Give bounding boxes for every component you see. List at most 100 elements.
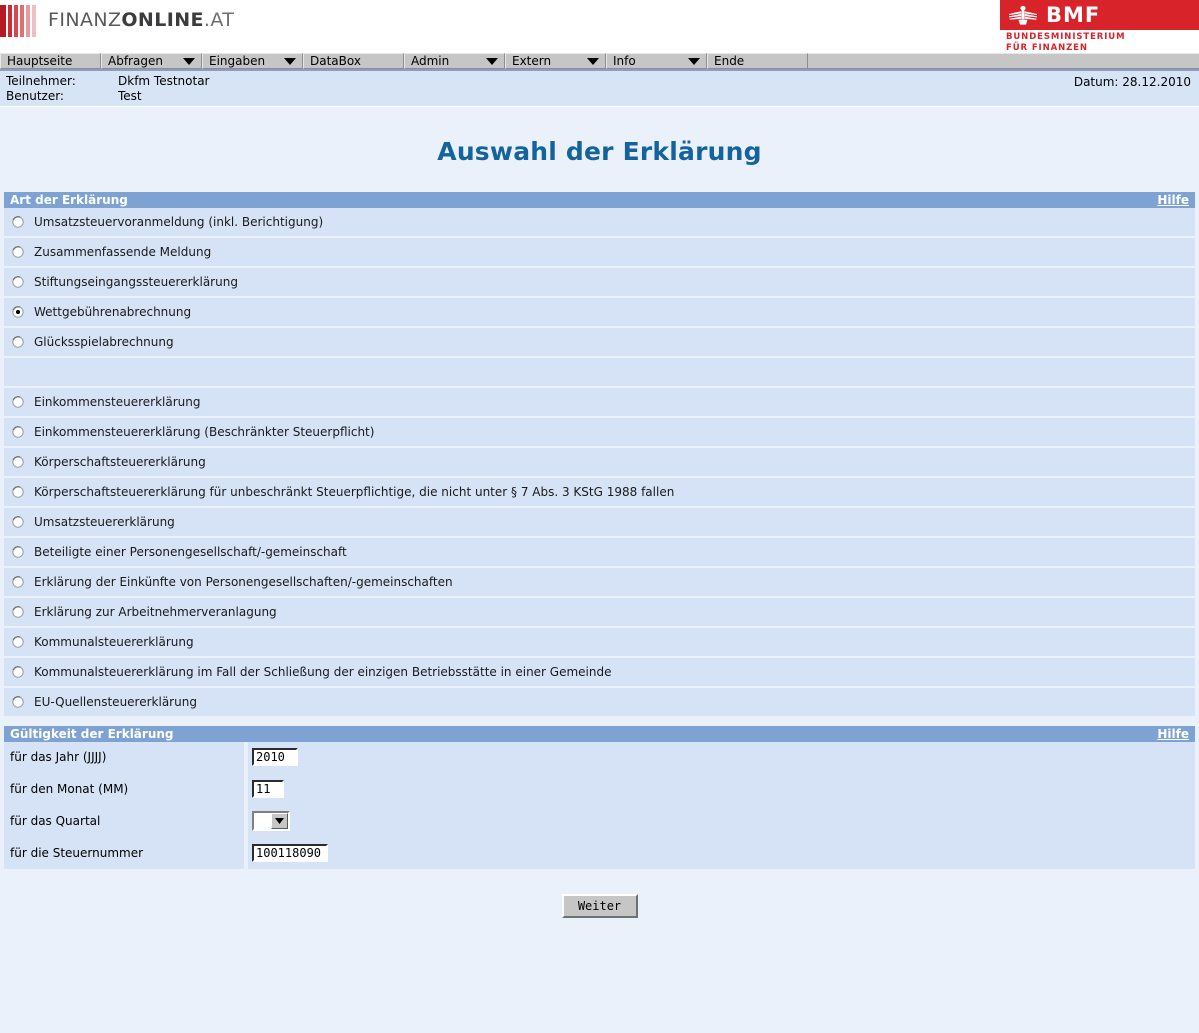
declaration-type-row[interactable]: Körperschaftsteuererklärung für unbeschr… <box>4 478 1195 508</box>
declaration-type-list: Umsatzsteuervoranmeldung (inkl. Berichti… <box>4 208 1195 718</box>
declaration-type-row[interactable]: Beteiligte einer Personengesellschaft/-g… <box>4 538 1195 568</box>
input-jahr[interactable] <box>252 748 298 766</box>
radio-button[interactable] <box>12 486 24 498</box>
austrian-eagle-icon <box>1009 5 1037 25</box>
nav-item-databox[interactable]: DataBox <box>303 53 404 69</box>
bmf-subtitle-line1: BUNDESMINISTERIUM <box>1006 32 1126 42</box>
declaration-type-row[interactable]: Zusammenfassende Meldung <box>4 238 1195 268</box>
benutzer-value: Test <box>118 89 142 103</box>
help-link-gueltigkeit[interactable]: Hilfe <box>1157 726 1189 742</box>
declaration-type-label: Einkommensteuererklärung (Beschränkter S… <box>34 425 375 439</box>
declaration-type-row[interactable]: Umsatzsteuervoranmeldung (inkl. Berichti… <box>4 208 1195 238</box>
nav-item-abfragen[interactable]: Abfragen <box>101 53 202 69</box>
validity-field-control <box>248 741 1195 773</box>
declaration-type-row[interactable]: Kommunalsteuererklärung im Fall der Schl… <box>4 658 1195 688</box>
teilnehmer-label: Teilnehmer: <box>6 74 76 88</box>
radio-button[interactable] <box>12 666 24 678</box>
radio-button[interactable] <box>12 246 24 258</box>
radio-button[interactable] <box>12 216 24 228</box>
declaration-type-label: Kommunalsteuererklärung <box>34 635 194 649</box>
validity-field-label: für den Monat (MM) <box>4 773 244 805</box>
bmf-subtitle: BUNDESMINISTERIUM FÜR FINANZEN <box>1000 30 1199 53</box>
declaration-type-row[interactable]: Erklärung zur Arbeitnehmerveranlagung <box>4 598 1195 628</box>
chevron-down-icon[interactable] <box>472 57 498 65</box>
chevron-down-icon[interactable] <box>270 57 296 65</box>
declaration-type-label: Erklärung der Einkünfte von Personengese… <box>34 575 453 589</box>
help-link-art[interactable]: Hilfe <box>1157 192 1189 208</box>
validity-field-label: für das Jahr (JJJJ) <box>4 741 244 773</box>
user-info-bar: Teilnehmer: Dkfm Testnotar Benutzer: Tes… <box>0 71 1199 107</box>
radio-button[interactable] <box>12 396 24 408</box>
radio-button[interactable] <box>12 576 24 588</box>
input-monat[interactable] <box>252 780 284 798</box>
declaration-type-label: Erklärung zur Arbeitnehmerveranlagung <box>34 605 277 619</box>
declaration-type-row[interactable]: Einkommensteuererklärung <box>4 388 1195 418</box>
validity-field-row: für die Steuernummer <box>4 837 1195 870</box>
submit-area: Weiter <box>0 870 1199 918</box>
radio-button[interactable] <box>12 276 24 288</box>
validity-field-row: für den Monat (MM) <box>4 773 1195 806</box>
nav-item-label: Hauptseite <box>7 54 73 68</box>
declaration-type-label: EU-Quellensteuererklärung <box>34 695 197 709</box>
validity-field-label: für die Steuernummer <box>4 837 244 869</box>
nav-item-info[interactable]: Info <box>606 53 707 69</box>
nav-item-extern[interactable]: Extern <box>505 53 606 69</box>
declaration-type-label: Zusammenfassende Meldung <box>34 245 212 259</box>
declaration-type-label: Umsatzsteuervoranmeldung (inkl. Berichti… <box>34 215 324 229</box>
declaration-type-row[interactable]: Wettgebührenabrechnung <box>4 298 1195 328</box>
radio-button[interactable] <box>12 426 24 438</box>
nav-item-label: Extern <box>512 54 552 68</box>
bmf-red-band: BMF <box>1000 0 1199 30</box>
validity-field-control <box>248 805 1195 837</box>
select-quartal[interactable] <box>252 811 290 831</box>
declaration-type-label: Einkommensteuererklärung <box>34 395 201 409</box>
radio-button-selected[interactable] <box>12 306 24 318</box>
nav-item-admin[interactable]: Admin <box>404 53 505 69</box>
nav-item-label: Abfragen <box>108 54 163 68</box>
input-steuernummer[interactable] <box>252 844 328 862</box>
declaration-type-row[interactable]: Glücksspielabrechnung <box>4 328 1195 358</box>
nav-item-eingaben[interactable]: Eingaben <box>202 53 303 69</box>
nav-item-label: DataBox <box>310 54 361 68</box>
chevron-down-icon[interactable] <box>271 813 288 829</box>
declaration-type-label: Wettgebührenabrechnung <box>34 305 192 319</box>
declaration-type-label: Stiftungseingangssteuererklärung <box>34 275 238 289</box>
radio-button[interactable] <box>12 456 24 468</box>
chevron-down-icon[interactable] <box>573 57 599 65</box>
declaration-type-row[interactable]: EU-Quellensteuererklärung <box>4 688 1195 718</box>
radio-button[interactable] <box>12 516 24 528</box>
logo-text-pre: FINANZ <box>48 9 122 31</box>
declaration-type-row[interactable]: Umsatzsteuererklärung <box>4 508 1195 538</box>
declaration-type-row[interactable]: Einkommensteuererklärung (Beschränkter S… <box>4 418 1195 448</box>
main-navigation: Hauptseite Abfragen Eingaben DataBox Admin Ex… <box>0 52 1199 71</box>
current-date: Datum: 28.12.2010 <box>1073 75 1191 89</box>
section-title-gueltigkeit: Gültigkeit der Erklärung <box>10 727 174 741</box>
chevron-down-icon[interactable] <box>169 57 195 65</box>
nav-item-label: Eingaben <box>209 54 266 68</box>
logo-text-bold: ONLINE <box>121 9 204 31</box>
nav-item-ende[interactable]: Ende <box>707 53 808 69</box>
radio-button[interactable] <box>12 636 24 648</box>
declaration-type-row[interactable]: Körperschaftsteuererklärung <box>4 448 1195 478</box>
nav-item-hauptseite[interactable]: Hauptseite <box>0 53 101 69</box>
radio-button[interactable] <box>12 696 24 708</box>
logo-bars-icon <box>0 5 38 37</box>
declaration-type-row[interactable]: Erklärung der Einkünfte von Personengese… <box>4 568 1195 598</box>
weiter-button[interactable]: Weiter <box>561 894 638 918</box>
spacer-row <box>4 358 1195 388</box>
logo-text-post: .AT <box>203 9 235 31</box>
declaration-type-row[interactable]: Kommunalsteuererklärung <box>4 628 1195 658</box>
declaration-type-row[interactable]: Stiftungseingangssteuererklärung <box>4 268 1195 298</box>
validity-form: für das Jahr (JJJJ)für den Monat (MM)für… <box>4 741 1195 870</box>
declaration-type-label: Körperschaftsteuererklärung <box>34 455 206 469</box>
validity-field-label: für das Quartal <box>4 805 244 837</box>
validity-field-row: für das Jahr (JJJJ) <box>4 741 1195 774</box>
chevron-down-icon[interactable] <box>674 57 700 65</box>
nav-filler <box>808 53 1199 69</box>
page-header: FINANZONLINE.AT BMF BUNDESMINISTERIUM FÜ… <box>0 0 1199 53</box>
radio-button[interactable] <box>12 606 24 618</box>
radio-button[interactable] <box>12 336 24 348</box>
validity-field-row: für das Quartal <box>4 805 1195 838</box>
radio-button[interactable] <box>12 546 24 558</box>
page-title: Auswahl der Erklärung <box>437 137 762 166</box>
